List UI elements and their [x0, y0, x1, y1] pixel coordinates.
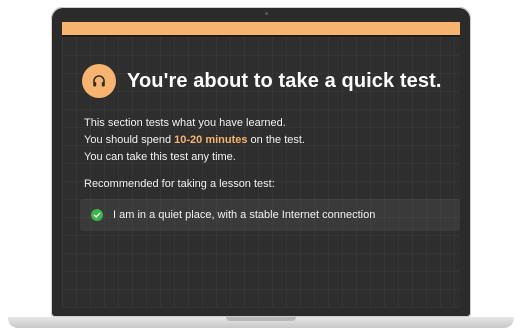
- description-line-2: You should spend 10-20 minutes on the te…: [84, 132, 454, 149]
- check-circle-icon: [91, 209, 103, 221]
- webcam-dot: [265, 12, 268, 15]
- test-description: This section tests what you have learned…: [84, 115, 454, 166]
- test-intro-screen: You're about to take a quick test. This …: [62, 22, 460, 308]
- description-line-1: This section tests what you have learned…: [84, 117, 286, 129]
- requirement-text: I am in a quiet place, with a stable Int…: [113, 209, 376, 221]
- duration-suffix: on the test.: [247, 134, 305, 146]
- page-header: You're about to take a quick test.: [82, 64, 442, 98]
- requirement-quiet-place[interactable]: I am in a quiet place, with a stable Int…: [80, 199, 460, 231]
- page-title: You're about to take a quick test.: [127, 69, 442, 92]
- description-line-3: You can take this test any time.: [84, 151, 236, 163]
- accent-bar: [62, 22, 460, 35]
- headphones-icon: [82, 64, 116, 98]
- duration-prefix: You should spend: [84, 134, 175, 146]
- laptop-notch: [226, 317, 296, 321]
- duration-highlight: 10-20 minutes: [174, 134, 248, 146]
- recommended-label: Recommended for taking a lesson test:: [84, 178, 275, 190]
- divider-strip: [62, 35, 460, 37]
